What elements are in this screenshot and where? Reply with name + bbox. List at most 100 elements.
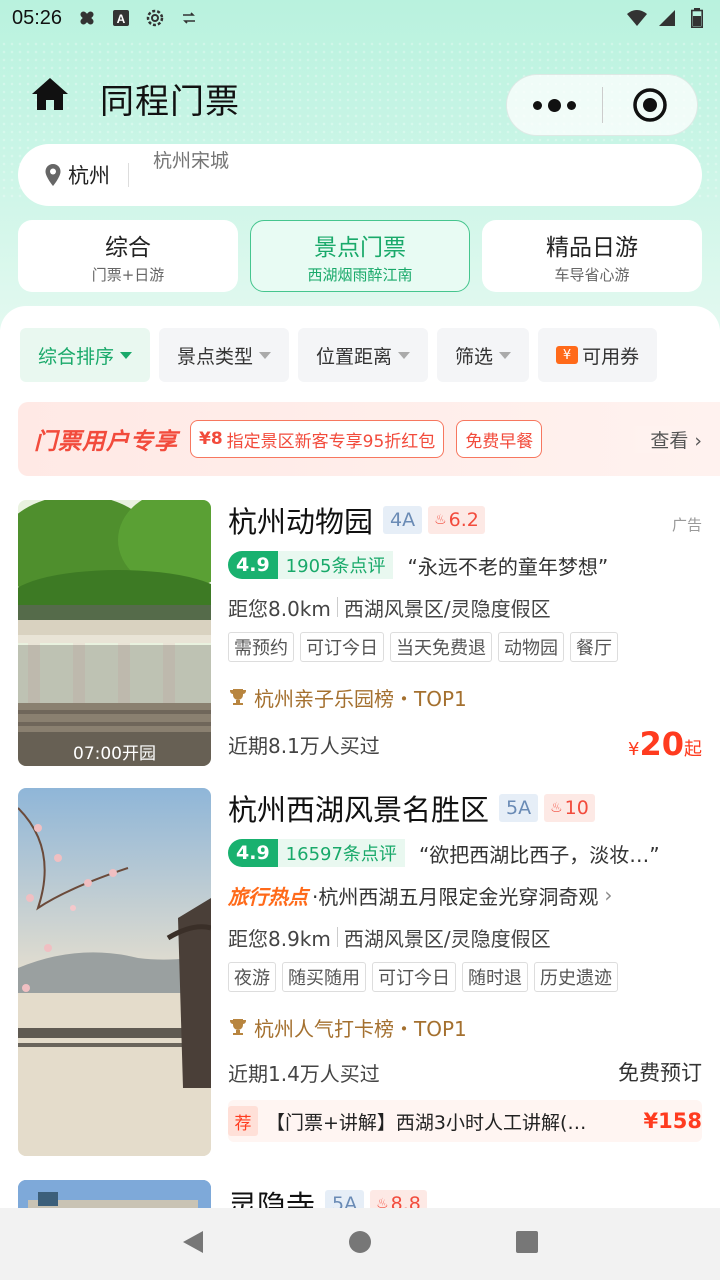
recommended-product[interactable]: 荐 【门票+讲解】西湖3小时人工讲解(… ¥158 bbox=[228, 1100, 702, 1142]
caret-down-icon bbox=[499, 351, 512, 359]
recent-buyers: 近期8.1万人买过 bbox=[228, 733, 380, 758]
recent-buyers: 近期1.4万人买过 bbox=[228, 1061, 380, 1086]
rating-score: 4.9 bbox=[228, 551, 278, 579]
attraction-card[interactable]: 杭州西湖风景名胜区 5A ♨ 10 4.9 16597条点评 “欲把西湖比西子，淡… bbox=[18, 788, 702, 1156]
travel-hot-topic[interactable]: 旅行热点 ·杭州西湖五月限定金光穿洞奇观 › bbox=[228, 880, 702, 910]
area: 西湖风景区/灵隐度假区 bbox=[343, 926, 551, 951]
system-navigation-bar bbox=[0, 1208, 720, 1280]
nav-bar: 同程门票 bbox=[0, 60, 720, 140]
chevron-right-icon: › bbox=[694, 430, 702, 452]
bandage-icon bbox=[76, 7, 98, 29]
area: 西湖风景区/灵隐度假区 bbox=[343, 596, 551, 621]
attraction-image bbox=[18, 788, 211, 1156]
feature-tag: 夜游 bbox=[228, 962, 276, 992]
dot-icon bbox=[567, 100, 576, 110]
back-button[interactable] bbox=[181, 1229, 205, 1259]
hot-score: 10 bbox=[564, 797, 589, 819]
feature-tag: 可订今日 bbox=[372, 962, 456, 992]
data-sync-icon bbox=[178, 7, 200, 29]
close-mini-program-button[interactable] bbox=[603, 86, 697, 124]
feature-tags: 需预约 可订今日 当天免费退 动物园 餐厅 bbox=[228, 632, 702, 662]
search-bar[interactable]: 杭州 bbox=[18, 144, 702, 206]
free-booking-label: 免费预订 bbox=[618, 1061, 702, 1085]
review-quote: “永远不老的童年梦想” bbox=[407, 554, 609, 579]
search-input[interactable] bbox=[153, 150, 553, 172]
recommended-product-price: ¥158 bbox=[643, 1109, 702, 1133]
recommended-product-title: 【门票+讲解】西湖3小时人工讲解(… bbox=[266, 1111, 587, 1134]
tab-day-tours[interactable]: 精品日游 车导省心游 bbox=[482, 220, 702, 292]
view-more-link[interactable]: 查看 › bbox=[626, 426, 702, 453]
price-value: 20 bbox=[639, 725, 684, 763]
ranking-link[interactable]: 杭州人气打卡榜・TOP1 bbox=[228, 1012, 702, 1042]
tab-scenic-tickets[interactable]: 景点门票 西湖烟雨醉江南 bbox=[250, 220, 470, 292]
banner-title: 门票用户专享 bbox=[34, 429, 178, 455]
recents-button[interactable] bbox=[515, 1230, 539, 1258]
ranking-text: 杭州亲子乐园榜・TOP1 bbox=[254, 686, 467, 711]
attraction-card[interactable]: 07:00开园 杭州动物园 4A ♨ 6.2 广告 4.9 1905条点评 “永远… bbox=[18, 500, 702, 766]
level-badge: 4A bbox=[383, 506, 423, 534]
promo-tag-discount: ¥8 指定景区新客专享95折红包 bbox=[190, 420, 445, 458]
price: ¥20起 bbox=[628, 725, 702, 763]
back-triangle-icon bbox=[183, 1231, 204, 1253]
home-icon[interactable] bbox=[30, 74, 70, 114]
location-pin-icon bbox=[45, 164, 61, 186]
filter-label: 可用券 bbox=[582, 345, 640, 368]
hot-topic-text: ·杭州西湖五月限定金光穿洞奇观 bbox=[312, 884, 599, 909]
recommend-badge: 荐 bbox=[228, 1106, 258, 1136]
ad-label: 广告 bbox=[671, 516, 702, 534]
promo-text: 指定景区新客专享95折红包 bbox=[226, 431, 436, 452]
coupon-filter[interactable]: ¥ 可用券 bbox=[538, 328, 658, 382]
attraction-name: 杭州动物园 bbox=[228, 505, 374, 539]
trophy-icon bbox=[230, 1019, 246, 1035]
promo-banner[interactable]: 门票用户专享 ¥8 指定景区新客专享95折红包 免费早餐 查看 › bbox=[18, 402, 720, 476]
tab-subtitle: 门票+日游 bbox=[91, 265, 165, 284]
location-filter[interactable]: 位置距离 bbox=[298, 328, 429, 382]
distance: 距您8.0km bbox=[228, 596, 331, 621]
filter-label: 综合排序 bbox=[38, 345, 115, 368]
feature-tag: 可订今日 bbox=[300, 632, 384, 662]
dot-icon bbox=[548, 98, 561, 112]
target-circle-icon bbox=[633, 88, 667, 122]
feature-tag: 随买随用 bbox=[282, 962, 366, 992]
sort-filter[interactable]: 综合排序 bbox=[20, 328, 151, 382]
feature-tag: 动物园 bbox=[498, 632, 564, 662]
price-suffix: 起 bbox=[684, 739, 702, 760]
feature-tags: 夜游 随买随用 可订今日 随时退 历史遗迹 bbox=[228, 962, 702, 992]
attraction-image: 07:00开园 bbox=[18, 500, 211, 766]
flame-icon: ♨ bbox=[434, 512, 447, 528]
caret-down-icon bbox=[259, 351, 272, 359]
flame-icon: ♨ bbox=[550, 800, 563, 816]
status-bar: 05:26 A bbox=[0, 0, 720, 36]
hot-badge: ♨ 6.2 bbox=[428, 506, 485, 534]
attraction-name: 杭州西湖风景名胜区 bbox=[228, 793, 490, 827]
tab-title: 精品日游 bbox=[546, 234, 638, 261]
a-box-icon: A bbox=[110, 7, 132, 29]
hot-topic-label: 旅行热点 bbox=[228, 884, 308, 909]
chevron-right-icon: › bbox=[604, 883, 613, 907]
distance: 距您8.9km bbox=[228, 926, 331, 951]
view-more-label: 查看 bbox=[650, 430, 689, 452]
ranking-text: 杭州人气打卡榜・TOP1 bbox=[254, 1016, 467, 1041]
more-options-button[interactable] bbox=[507, 75, 602, 135]
home-circle-icon bbox=[348, 1231, 371, 1253]
feature-tag: 当天免费退 bbox=[390, 632, 492, 662]
city-selector[interactable]: 杭州 bbox=[68, 160, 110, 190]
recents-square-icon bbox=[515, 1231, 538, 1253]
promo-text: 免费早餐 bbox=[465, 431, 534, 452]
trophy-icon bbox=[230, 689, 246, 705]
more-filter[interactable]: 筛选 bbox=[437, 328, 530, 382]
review-count[interactable]: 16597条点评 bbox=[277, 839, 405, 867]
feature-tag: 需预约 bbox=[228, 632, 294, 662]
home-button[interactable] bbox=[348, 1230, 372, 1258]
ranking-link[interactable]: 杭州亲子乐园榜・TOP1 bbox=[228, 682, 702, 712]
review-count[interactable]: 1905条点评 bbox=[277, 551, 394, 579]
category-tabs: 综合 门票+日游 景点门票 西湖烟雨醉江南 精品日游 车导省心游 bbox=[18, 220, 702, 292]
wifi-icon bbox=[626, 7, 648, 29]
battery-icon bbox=[686, 7, 708, 29]
page-title: 同程门票 bbox=[100, 82, 240, 122]
level-badge: 5A bbox=[499, 794, 539, 822]
filter-bar: 综合排序 景点类型 位置距离 筛选 ¥ 可用券 bbox=[20, 328, 658, 382]
svg-text:A: A bbox=[117, 12, 126, 26]
tab-comprehensive[interactable]: 综合 门票+日游 bbox=[18, 220, 238, 292]
type-filter[interactable]: 景点类型 bbox=[159, 328, 290, 382]
